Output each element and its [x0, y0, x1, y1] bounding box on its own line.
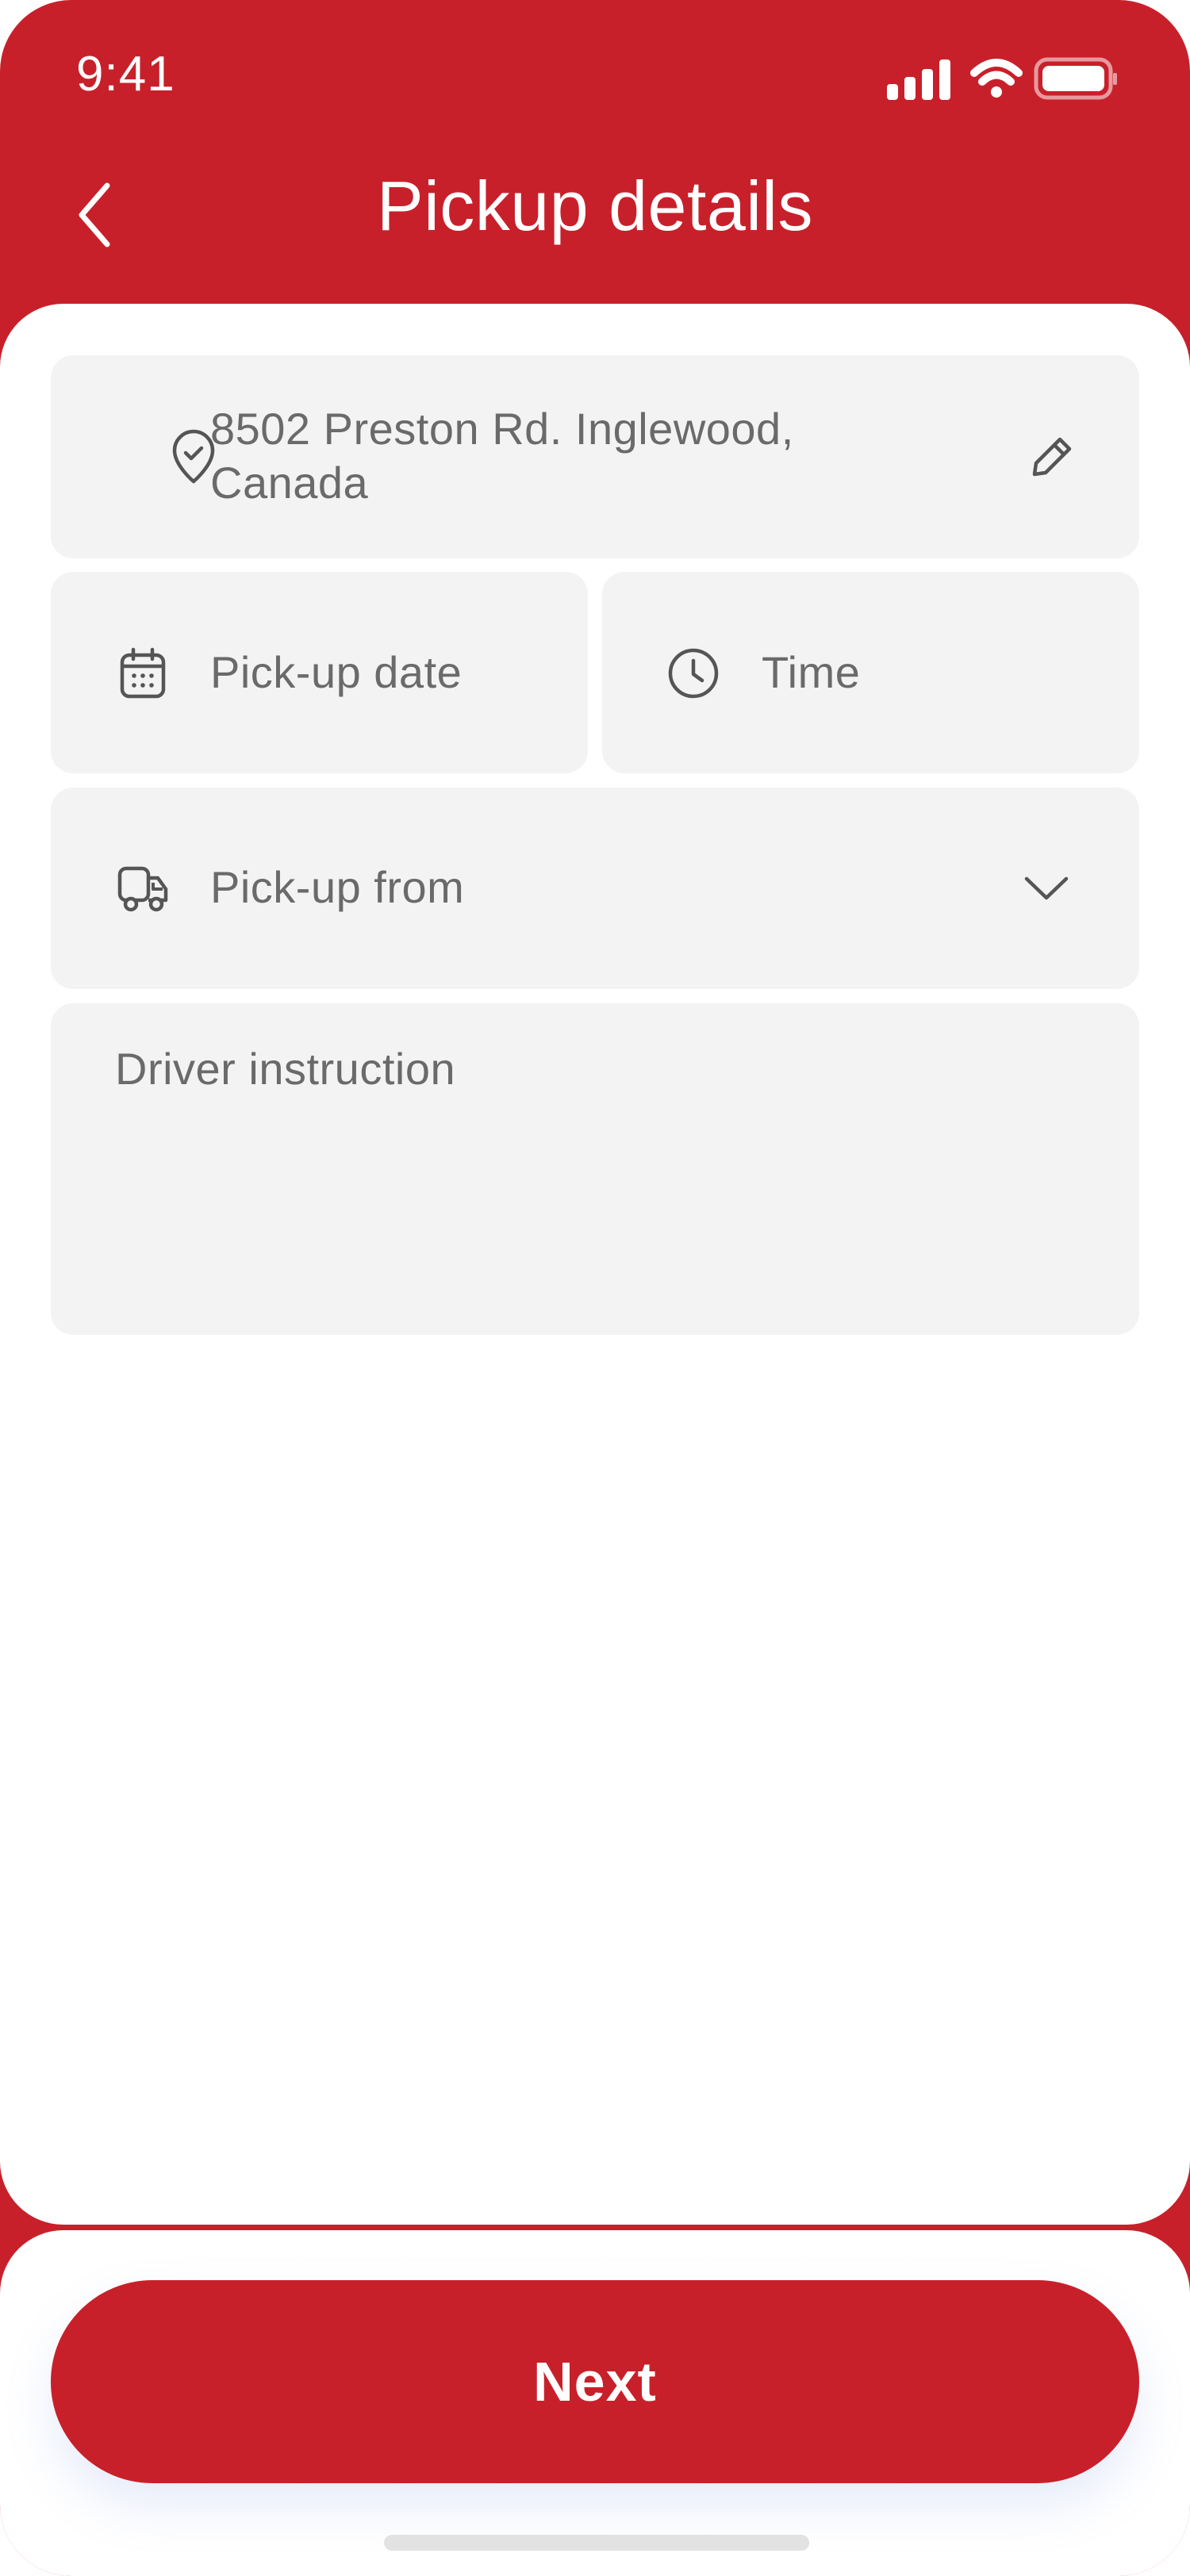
wifi-icon: [970, 59, 1023, 98]
pickup-from-field[interactable]: Pick-up from: [51, 788, 1139, 989]
clock-icon: [666, 646, 721, 701]
status-icons: [887, 56, 1117, 103]
chevron-down-icon[interactable]: [1019, 861, 1074, 916]
header: Pickup details: [0, 143, 1190, 317]
calendar-icon: [115, 646, 171, 701]
page-title: Pickup details: [377, 167, 813, 245]
address-field[interactable]: 8502 Preston Rd. Inglewood, Canada: [51, 355, 1139, 558]
pickup-date-field[interactable]: Pick-up date: [51, 572, 588, 773]
next-button[interactable]: Next: [51, 2280, 1139, 2483]
pencil-icon[interactable]: [1024, 429, 1080, 485]
driver-instruction-textarea[interactable]: Driver instruction: [51, 1003, 1139, 1335]
signal-icon: [887, 59, 950, 100]
battery-icon: [1034, 57, 1117, 100]
pickup-from-placeholder: Pick-up from: [210, 862, 465, 912]
status-time: 9:41: [76, 47, 175, 102]
time-field[interactable]: Time: [602, 572, 1139, 773]
home-indicator: [384, 2535, 809, 2551]
truck-icon: [115, 861, 171, 916]
status-bar: 9:41: [0, 0, 1190, 143]
time-placeholder: Time: [762, 647, 861, 697]
driver-instruction-placeholder: Driver instruction: [115, 1044, 456, 1094]
address-line-1: 8502 Preston Rd. Inglewood,: [210, 404, 794, 454]
phone-screen: 9:41 Pickup details 8502 Preston Rd. Ing…: [0, 0, 1190, 2576]
pickup-date-placeholder: Pick-up date: [210, 647, 463, 697]
address-line-2: Canada: [210, 458, 369, 508]
